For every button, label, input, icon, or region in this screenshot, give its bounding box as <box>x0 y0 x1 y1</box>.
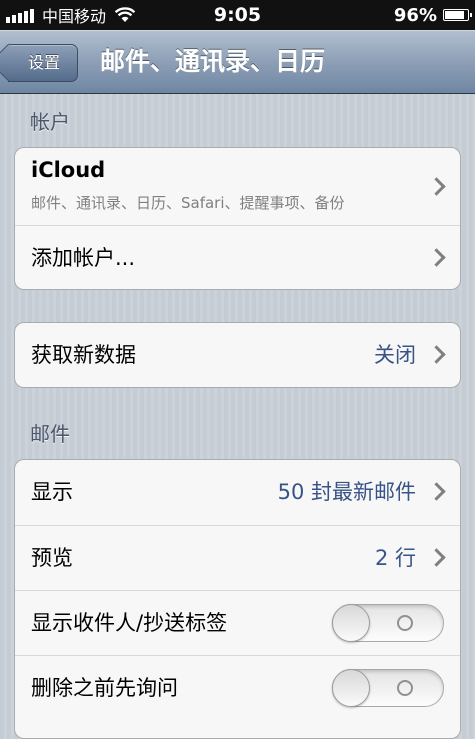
fetch-new-data-value: 关闭 <box>374 343 416 367</box>
page-title: 邮件、通讯录、日历 <box>100 47 326 76</box>
battery-percentage: 96% <box>393 4 437 26</box>
show-to-cc-label: 显示收件人/抄送标签 <box>31 611 228 635</box>
chevron-right-icon <box>427 345 446 364</box>
chevron-right-icon <box>427 248 446 267</box>
battery-level-fill <box>445 11 464 19</box>
back-button-label: 设置 <box>28 53 61 72</box>
chevron-right-icon <box>427 548 446 567</box>
status-bar: 中国移动 9:05 96% <box>0 0 475 30</box>
chevron-right-icon <box>427 482 446 501</box>
show-to-cc-toggle[interactable] <box>332 604 444 642</box>
mail-group: 显示 50 封最新邮件 预览 2 行 显示收件人/抄送标签 删除之前先询问 <box>14 459 461 739</box>
fetch-new-data-row[interactable]: 获取新数据 关闭 <box>15 323 460 387</box>
mail-show-label: 显示 <box>31 480 73 504</box>
back-button[interactable]: 设置 <box>8 44 78 82</box>
navigation-bar: 设置 邮件、通讯录、日历 <box>0 30 475 94</box>
mail-show-row[interactable]: 显示 50 封最新邮件 <box>15 460 460 525</box>
toggle-knob[interactable] <box>332 604 370 642</box>
icloud-services-subtitle: 邮件、通讯录、日历、Safari、提醒事项、备份 <box>31 194 345 212</box>
ask-before-delete-row: 删除之前先询问 <box>15 655 460 720</box>
fetch-new-data-label: 获取新数据 <box>31 343 136 367</box>
mail-preview-value: 2 行 <box>374 546 416 570</box>
account-row-icloud[interactable]: iCloud 邮件、通讯录、日历、Safari、提醒事项、备份 <box>15 148 460 225</box>
ask-before-delete-toggle[interactable] <box>332 669 444 707</box>
toggle-off-icon <box>397 615 413 631</box>
battery-icon <box>443 9 472 21</box>
mail-show-value: 50 封最新邮件 <box>277 480 416 504</box>
toggle-knob[interactable] <box>332 669 370 707</box>
section-header-accounts: 帐户 <box>30 110 70 134</box>
ask-before-delete-label: 删除之前先询问 <box>31 676 178 700</box>
toggle-off-icon <box>397 680 413 696</box>
fetch-group: 获取新数据 关闭 <box>14 322 461 388</box>
mail-preview-label: 预览 <box>31 546 73 570</box>
section-header-mail: 邮件 <box>30 422 70 446</box>
add-account-row[interactable]: 添加帐户... <box>15 225 460 289</box>
show-to-cc-row: 显示收件人/抄送标签 <box>15 590 460 655</box>
icloud-title: iCloud <box>31 158 106 182</box>
accounts-group: iCloud 邮件、通讯录、日历、Safari、提醒事项、备份 添加帐户... <box>14 147 461 290</box>
chevron-right-icon <box>427 177 446 196</box>
mail-preview-row[interactable]: 预览 2 行 <box>15 525 460 590</box>
status-right: 96% <box>393 0 472 30</box>
add-account-label: 添加帐户... <box>31 246 136 270</box>
